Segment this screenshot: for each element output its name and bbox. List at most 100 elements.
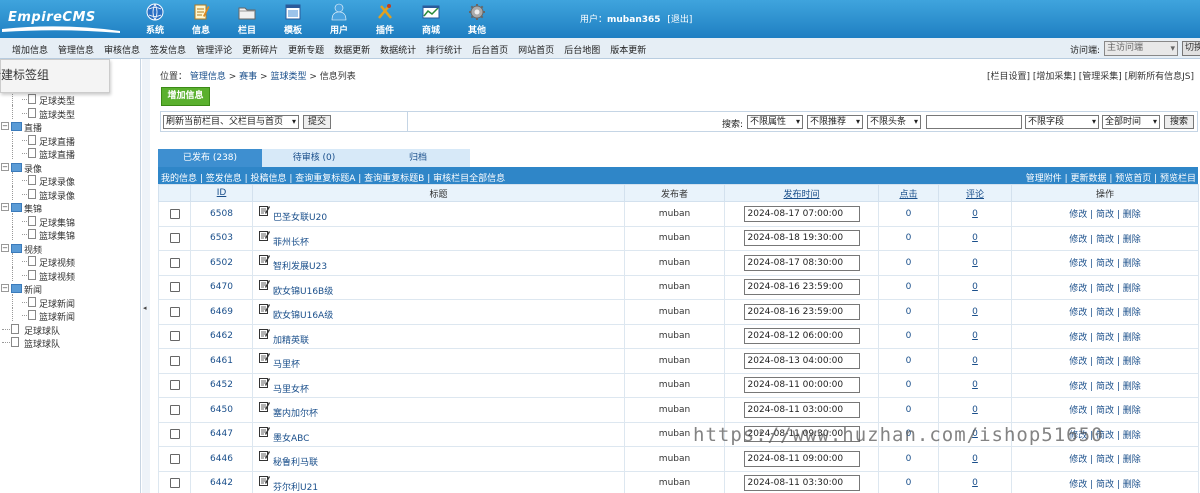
top-nav-item[interactable]: 系统 (132, 0, 178, 38)
edit-doc-icon[interactable] (259, 475, 270, 486)
column-links[interactable]: [栏目设置] [增加采集] [管理采集] [刷新所有信息JS] (987, 69, 1194, 82)
row-time-input[interactable]: 2024-08-16 23:59:00 (743, 303, 860, 320)
ops-right-links[interactable]: 管理附件 | 更新数据 | 预览首页 | 预览栏目 (1026, 171, 1196, 184)
subnav-item[interactable]: 数据更新 (334, 43, 380, 56)
tree-item[interactable]: 足球类型 (0, 91, 141, 107)
search-input[interactable] (926, 115, 1022, 129)
recommend-select[interactable]: 不限推荐 ▾ (807, 115, 863, 129)
row-time-input[interactable]: 2024-08-13 04:00:00 (743, 352, 860, 369)
row-time-input[interactable]: 2024-08-11 09:00:00 (743, 450, 860, 467)
row-time-input[interactable]: 2024-08-18 19:30:00 (743, 230, 860, 247)
switch-button[interactable]: 切换 (1182, 41, 1200, 56)
edit-doc-icon[interactable] (259, 205, 270, 217)
tree-item[interactable]: 篮球视频 (0, 266, 141, 283)
subnav-item[interactable]: 后台首页 (472, 43, 518, 56)
header-clicks[interactable]: 点击 (878, 184, 939, 202)
tree-item[interactable]: 篮球类型 (0, 104, 141, 121)
row-actions[interactable]: 修改 | 简改 | 删除 (1069, 455, 1141, 465)
subnav-item[interactable]: 审核信息 (104, 43, 150, 56)
row-checkbox[interactable] (169, 355, 180, 366)
refresh-select[interactable]: 刷新当前栏目、父栏目与首页 ▾ (163, 115, 299, 129)
row-time-input[interactable]: 2024-08-17 08:30:00 (743, 254, 860, 271)
tree-item[interactable]: 篮球直播 (0, 145, 141, 161)
top-nav-item[interactable]: 其他 (454, 0, 500, 38)
collapse-icon[interactable]: − (1, 203, 9, 211)
add-info-button[interactable]: 增加信息 (161, 87, 210, 106)
row-comments-link[interactable]: 0 (972, 478, 978, 488)
edit-doc-icon[interactable] (259, 254, 270, 266)
visit-select[interactable]: 主访问端 ▾ (1104, 41, 1178, 56)
row-title-link[interactable]: 芬尔利U21 (273, 483, 318, 493)
row-time-input[interactable]: 2024-08-11 03:30:00 (743, 475, 860, 492)
row-comments-link[interactable]: 0 (972, 429, 978, 439)
submit-button[interactable]: 提交 (303, 115, 331, 129)
field-select[interactable]: 不限字段 ▾ (1025, 115, 1099, 129)
row-time-input[interactable]: 2024-08-12 06:00:00 (743, 328, 860, 345)
row-comments-link[interactable]: 0 (972, 282, 978, 292)
row-title-link[interactable]: 加精英联 (273, 336, 309, 346)
edit-doc-icon[interactable] (259, 279, 270, 290)
row-checkbox[interactable] (169, 331, 180, 341)
row-comments-link[interactable]: 0 (972, 356, 978, 366)
row-time-input[interactable]: 2024-08-16 23:59:00 (743, 279, 860, 296)
row-actions[interactable]: 修改 | 简改 | 删除 (1069, 308, 1141, 318)
row-checkbox[interactable] (169, 257, 180, 268)
sidebar-collapse-bar[interactable]: ◂ (142, 59, 150, 493)
row-actions[interactable]: 修改 | 简改 | 删除 (1069, 333, 1141, 343)
subnav-item[interactable]: 后台地图 (564, 43, 610, 56)
tree-item[interactable]: − 新闻 (0, 282, 141, 296)
search-button[interactable]: 搜索 (1164, 115, 1194, 129)
row-actions[interactable]: 修改 | 简改 | 删除 (1069, 284, 1141, 294)
breadcrumb-category[interactable]: 篮球类型 (270, 72, 306, 82)
header-time[interactable]: 发布时间 (724, 184, 879, 202)
row-comments-link[interactable]: 0 (972, 380, 978, 390)
logout-link[interactable]: [退出] (667, 15, 692, 25)
row-checkbox[interactable] (169, 233, 180, 243)
tree-item[interactable]: 篮球录像 (0, 185, 141, 202)
tree-item[interactable]: 足球录像 (0, 172, 141, 188)
row-title-link[interactable]: 塞内加尔杯 (273, 409, 318, 419)
row-title-link[interactable]: 菲州长杯 (273, 238, 309, 248)
collapse-icon[interactable]: − (1, 284, 9, 292)
row-actions[interactable]: 修改 | 简改 | 删除 (1069, 235, 1141, 245)
tree-item[interactable]: 篮球球队 (0, 336, 141, 350)
tree-item[interactable]: − 录像 (0, 161, 141, 175)
collapse-arrow-icon[interactable]: ◂ (143, 304, 147, 312)
edit-doc-icon[interactable] (259, 352, 270, 364)
top-nav-item[interactable]: 信息 (178, 0, 224, 38)
new-tab-group-popup[interactable]: 新建标签组 (0, 59, 110, 93)
collapse-icon[interactable]: − (1, 162, 9, 171)
tree-item[interactable]: 足球直播 (0, 131, 141, 148)
row-time-input[interactable]: 2024-08-17 07:00:00 (743, 205, 860, 222)
subnav-item[interactable]: 签发信息 (150, 43, 196, 56)
row-title-link[interactable]: 欧女锦U16B级 (273, 287, 333, 297)
row-actions[interactable]: 修改 | 简改 | 删除 (1069, 259, 1141, 269)
row-title-link[interactable]: 马里杯 (273, 360, 300, 370)
edit-doc-icon[interactable] (259, 303, 270, 315)
subnav-item[interactable]: 网站首页 (518, 43, 564, 56)
row-title-link[interactable]: 墨女ABC (273, 434, 309, 444)
row-actions[interactable]: 修改 | 简改 | 删除 (1069, 382, 1141, 392)
row-checkbox[interactable] (169, 478, 180, 488)
tree-item[interactable]: − 集锦 (0, 201, 141, 215)
row-title-link[interactable]: 秘鲁利马联 (273, 458, 318, 468)
row-checkbox[interactable] (169, 306, 180, 317)
row-comments-link[interactable]: 0 (972, 307, 978, 317)
edit-doc-icon[interactable] (259, 328, 270, 339)
subnav-item[interactable]: 管理评论 (196, 43, 242, 56)
row-time-input[interactable]: 2024-08-11 00:00:00 (743, 377, 860, 394)
row-time-input[interactable]: 2024-08-11 03:00:00 (743, 401, 860, 418)
row-checkbox[interactable] (169, 208, 180, 219)
headline-select[interactable]: 不限头条 ▾ (867, 115, 921, 129)
tab-0[interactable]: 已发布 (238) (158, 149, 262, 167)
row-title-link[interactable]: 巴圣女联U20 (273, 213, 327, 223)
row-comments-link[interactable]: 0 (972, 405, 978, 415)
top-nav-item[interactable]: 插件 (362, 0, 408, 38)
edit-doc-icon[interactable] (259, 426, 270, 437)
tree-item[interactable]: 篮球集锦 (0, 226, 141, 242)
tree-item[interactable]: 足球视频 (0, 253, 141, 269)
edit-doc-icon[interactable] (259, 377, 270, 388)
top-nav-item[interactable]: 用户 (316, 0, 362, 38)
edit-doc-icon[interactable] (259, 230, 270, 241)
row-comments-link[interactable]: 0 (972, 258, 978, 268)
